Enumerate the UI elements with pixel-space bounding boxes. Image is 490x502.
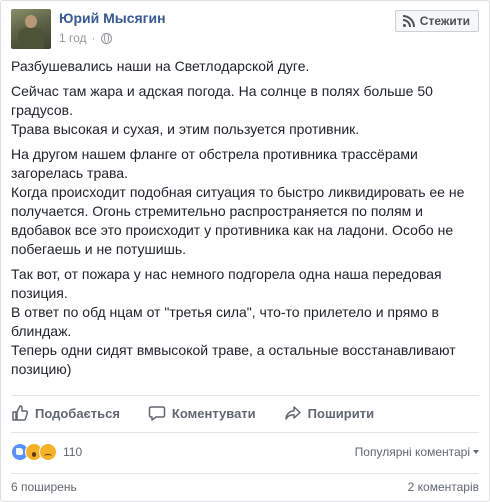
comment-button[interactable]: Коментувати xyxy=(148,404,256,422)
avatar[interactable] xyxy=(11,9,51,49)
post-time[interactable]: 1 год xyxy=(59,31,87,45)
share-button[interactable]: Поширити xyxy=(284,404,374,422)
comment-label: Коментувати xyxy=(171,405,256,421)
post-card: Юрий Мысягин 1 год · Стежити Разбушевали… xyxy=(0,0,490,502)
follow-button[interactable]: Стежити xyxy=(394,10,479,32)
reaction-count[interactable]: 110 xyxy=(63,445,82,459)
comment-icon xyxy=(148,406,166,421)
post-footer: 6 поширень 2 коментарів xyxy=(11,473,479,500)
action-bar: Подобається Коментувати Поширити xyxy=(11,395,479,430)
author-name[interactable]: Юрий Мысягин xyxy=(59,10,166,26)
dot-separator: · xyxy=(91,31,96,45)
reaction-icons[interactable] xyxy=(11,443,57,461)
sort-label: Популярні коментарі xyxy=(354,445,470,459)
reactions-bar: 110 Популярні коментарі xyxy=(11,432,479,471)
post-paragraph: Разбушевались наши на Светлодарской дуге… xyxy=(11,58,310,74)
rss-icon xyxy=(402,15,415,27)
like-label: Подобається xyxy=(35,405,120,421)
share-icon xyxy=(284,406,301,420)
post-paragraph: На другом нашем фланге от обстрела проти… xyxy=(11,146,465,257)
globe-icon xyxy=(100,32,112,44)
like-button[interactable]: Подобається xyxy=(11,404,120,422)
post-meta: 1 год · xyxy=(59,31,112,45)
chevron-down-icon xyxy=(473,450,479,454)
post-text: Разбушевались наши на Светлодарской дуге… xyxy=(11,57,481,385)
post-paragraph: Сейчас там жара и адская погода. На солн… xyxy=(11,83,433,137)
follow-label: Стежити xyxy=(419,14,470,28)
sad-icon xyxy=(39,443,57,461)
comments-count[interactable]: 2 коментарів xyxy=(408,480,479,494)
shares-count[interactable]: 6 поширень xyxy=(11,480,77,494)
share-label: Поширити xyxy=(307,405,375,421)
post-header: Юрий Мысягин 1 год · Стежити xyxy=(11,9,479,53)
comment-sort-dropdown[interactable]: Популярні коментарі xyxy=(355,445,479,459)
thumbs-up-icon xyxy=(12,405,29,421)
post-paragraph: Так вот, от пожара у нас немного подгоре… xyxy=(11,266,456,377)
